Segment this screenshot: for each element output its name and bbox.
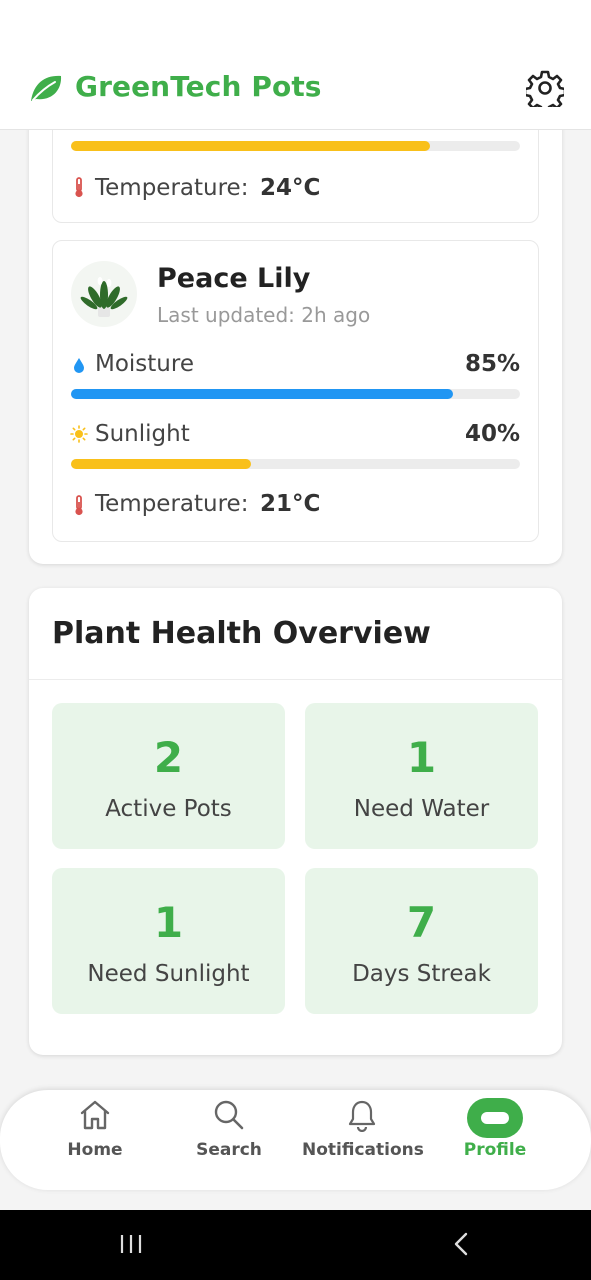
plant-health-overview: Plant Health Overview 2 Active Pots 1 Ne… bbox=[29, 588, 562, 1055]
moisture-bar-fill bbox=[71, 389, 453, 399]
stat-active-pots[interactable]: 2 Active Pots bbox=[52, 703, 285, 849]
sun-icon bbox=[70, 425, 88, 443]
sunlight-value: 40% bbox=[464, 421, 520, 447]
nav-label: Notifications bbox=[302, 1140, 424, 1160]
moisture-bar bbox=[71, 389, 520, 399]
nav-label: Home bbox=[67, 1140, 123, 1160]
stat-label: Need Sunlight bbox=[87, 961, 250, 987]
plant-card-peace-lily[interactable]: Peace Lily Last updated: 2h ago Moisture… bbox=[52, 240, 539, 542]
plant-image bbox=[80, 277, 128, 317]
my-plants-card: Temperature: 24°C Peace Lily Last update… bbox=[29, 90, 562, 564]
sunlight-bar-fill bbox=[71, 459, 251, 469]
nav-label: Search bbox=[196, 1140, 262, 1160]
sunlight-bar bbox=[71, 141, 520, 151]
plant-name: Peace Lily bbox=[157, 263, 311, 294]
overview-title: Plant Health Overview bbox=[52, 616, 431, 651]
nav-profile[interactable]: Profile bbox=[445, 1090, 545, 1190]
temperature-value: 24°C bbox=[260, 175, 321, 201]
app-header: GreenTech Pots bbox=[0, 0, 591, 130]
thermometer-icon bbox=[75, 495, 83, 516]
water-drop-icon bbox=[74, 358, 84, 373]
temperature-label: Temperature: bbox=[95, 491, 249, 517]
sunlight-bar-fill bbox=[71, 141, 431, 151]
bottom-nav: Home Search Notifications Profile bbox=[0, 1090, 591, 1190]
stat-value: 1 bbox=[406, 733, 437, 782]
nav-notifications[interactable]: Notifications bbox=[302, 1090, 424, 1190]
back-icon[interactable] bbox=[452, 1232, 470, 1256]
stat-days-streak[interactable]: 7 Days Streak bbox=[305, 868, 538, 1014]
temperature-label: Temperature: bbox=[95, 175, 249, 201]
nav-search[interactable]: Search bbox=[179, 1090, 279, 1190]
profile-pill-icon bbox=[467, 1098, 523, 1138]
nav-home[interactable]: Home bbox=[45, 1090, 145, 1190]
sunlight-bar bbox=[71, 459, 520, 469]
stat-value: 2 bbox=[153, 733, 184, 782]
system-nav-bar bbox=[0, 1210, 591, 1280]
last-updated: Last updated: 2h ago bbox=[157, 303, 371, 327]
moisture-label: Moisture bbox=[95, 351, 194, 377]
stat-value: 7 bbox=[406, 898, 437, 947]
gear-icon[interactable] bbox=[526, 69, 564, 107]
stat-label: Days Streak bbox=[352, 961, 491, 987]
recents-icon[interactable] bbox=[119, 1233, 143, 1255]
plant-photo bbox=[71, 261, 137, 327]
sunlight-label: Sunlight bbox=[95, 421, 190, 447]
stat-label: Need Water bbox=[353, 796, 490, 822]
bell-icon bbox=[348, 1100, 376, 1132]
stat-value: 1 bbox=[153, 898, 184, 947]
leaf-icon bbox=[31, 75, 62, 101]
nav-label: Profile bbox=[463, 1140, 527, 1160]
search-icon bbox=[214, 1100, 244, 1130]
moisture-value: 85% bbox=[464, 351, 520, 377]
stat-need-water[interactable]: 1 Need Water bbox=[305, 703, 538, 849]
app-title: GreenTech Pots bbox=[75, 70, 322, 103]
thermometer-icon bbox=[75, 177, 83, 198]
home-icon bbox=[80, 1100, 110, 1130]
stat-need-sunlight[interactable]: 1 Need Sunlight bbox=[52, 868, 285, 1014]
divider bbox=[29, 679, 562, 680]
temperature-value: 21°C bbox=[260, 491, 321, 517]
stat-label: Active Pots bbox=[105, 796, 232, 822]
